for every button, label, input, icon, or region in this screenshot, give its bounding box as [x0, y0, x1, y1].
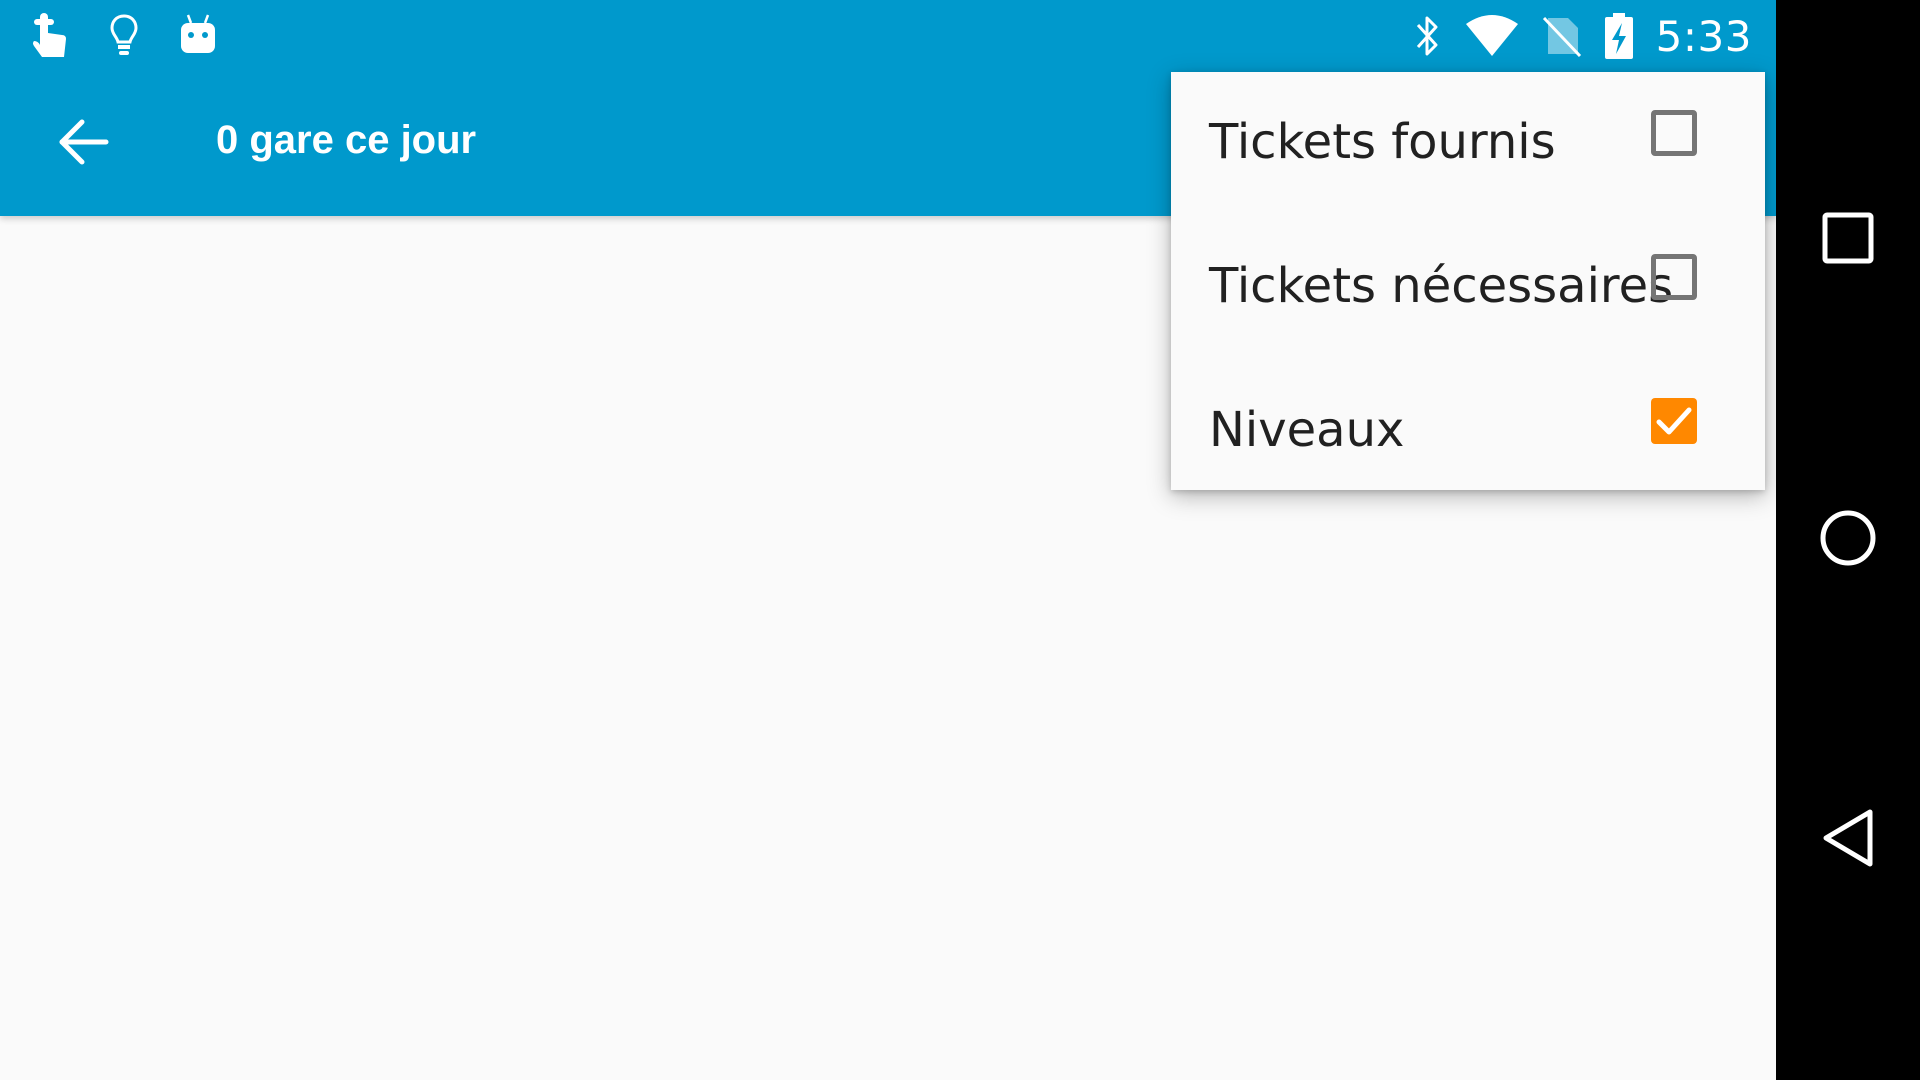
niveaux-checkbox[interactable] — [1651, 398, 1697, 444]
nav-back-button[interactable] — [1776, 780, 1920, 900]
back-button[interactable] — [44, 108, 124, 180]
status-notification-icons — [28, 10, 220, 60]
back-triangle-icon — [1820, 808, 1876, 873]
home-button[interactable] — [1776, 480, 1920, 600]
android-robot-icon — [176, 10, 220, 60]
status-bar: 5:33 — [0, 0, 1776, 72]
menu-item-tickets-fournis[interactable]: Tickets fournis — [1171, 72, 1765, 216]
page-title: 0 gare ce jour — [216, 118, 477, 162]
bluetooth-icon — [1414, 11, 1442, 61]
app-screen: 5:33 0 gare ce jour Tickets fournis Tick… — [0, 0, 1776, 1080]
battery-charging-icon — [1604, 11, 1634, 61]
menu-item-label: Tickets fournis — [1209, 114, 1556, 170]
tickets-fournis-checkbox[interactable] — [1651, 110, 1697, 156]
status-system-icons: 5:33 — [1414, 8, 1752, 64]
tickets-necessaires-checkbox[interactable] — [1651, 254, 1697, 300]
recents-square-icon — [1822, 212, 1874, 269]
menu-item-label: Niveaux — [1209, 402, 1405, 458]
status-clock: 5:33 — [1655, 11, 1752, 61]
home-circle-icon — [1818, 508, 1878, 573]
recents-button[interactable] — [1776, 180, 1920, 300]
wifi-icon — [1464, 11, 1520, 61]
arrow-back-icon — [58, 118, 110, 171]
checkmark-icon — [1656, 407, 1692, 435]
no-sim-icon — [1542, 11, 1582, 61]
menu-item-tickets-necessaires[interactable]: Tickets nécessaires — [1171, 216, 1765, 360]
touch-hand-icon — [28, 10, 72, 60]
navigation-bar — [1776, 0, 1920, 1080]
lightbulb-icon — [102, 10, 146, 60]
overflow-menu: Tickets fournis Tickets nécessaires Nive… — [1171, 72, 1765, 490]
menu-item-niveaux[interactable]: Niveaux — [1171, 360, 1765, 504]
menu-item-label: Tickets nécessaires — [1209, 258, 1674, 314]
